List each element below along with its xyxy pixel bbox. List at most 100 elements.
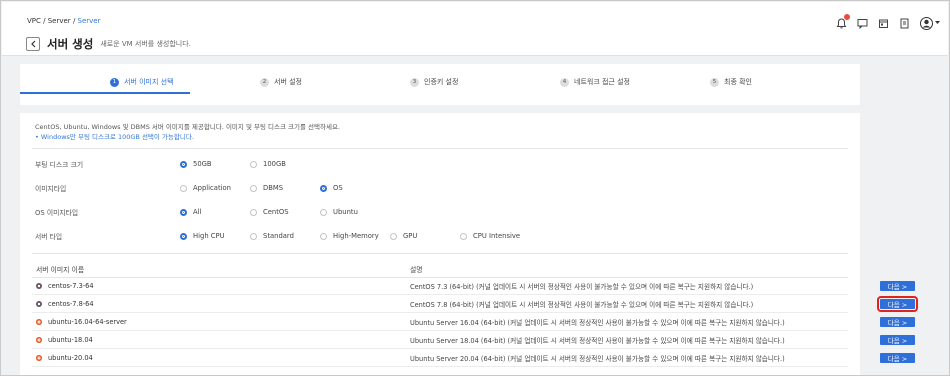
radio-label: High-Memory (333, 232, 379, 240)
radio-label: CentOS (263, 208, 289, 216)
radio-selected-icon (180, 208, 187, 216)
chat-icon[interactable] (856, 17, 868, 29)
radio-standard[interactable]: Standard (250, 230, 294, 242)
option-row-boot-disk: 부팅 디스크 크기 50GB 100GB (35, 158, 286, 170)
radio-dbms[interactable]: DBMS (250, 182, 283, 194)
active-step-indicator (20, 92, 190, 94)
image-name: centos-7.3-64 (36, 282, 94, 290)
step-number: 5 (710, 77, 719, 87)
column-header-description: 설명 (410, 266, 423, 274)
image-description: Ubuntu Server 18.04 (64-bit) (커널 업데이트 시 … (410, 337, 785, 345)
step-auth-key[interactable]: 3 인증키 설정 (410, 77, 458, 87)
image-name-text: ubuntu-18.04 (48, 336, 93, 344)
step-progress: 1 서버 이미지 선택 2 서버 설정 3 인증키 설정 4 네트워크 접근 설… (20, 64, 860, 105)
back-button[interactable] (26, 37, 40, 51)
option-row-server-type: 서버 타입 High CPU Standard High-Memory GPU … (35, 230, 520, 242)
radio-centos[interactable]: CentOS (250, 206, 289, 218)
image-name: ubuntu-18.04 (36, 336, 93, 344)
notification-badge (844, 14, 850, 20)
next-button[interactable]: 다음 > (880, 335, 915, 345)
column-header-image-name: 서버 이미지 이름 (36, 266, 85, 274)
radio-icon (320, 208, 327, 216)
notification-icon[interactable] (835, 14, 850, 29)
table-row[interactable]: ubuntu-20.04 Ubuntu Server 20.04 (64-bit… (32, 350, 915, 367)
radio-high-cpu[interactable]: High CPU (180, 230, 225, 242)
document-icon[interactable] (898, 17, 910, 29)
radio-icon (250, 160, 257, 168)
radio-selected-icon (320, 184, 327, 192)
caret-down-icon[interactable] (935, 17, 940, 29)
option-label: 이미지타입 (35, 185, 67, 193)
step-label: 서버 설정 (274, 78, 302, 86)
step-label: 인증키 설정 (424, 78, 459, 86)
image-name-text: centos-7.8-64 (48, 300, 94, 308)
ubuntu-icon (36, 319, 42, 325)
step-label: 서버 이미지 선택 (124, 78, 174, 86)
step-number: 3 (410, 77, 419, 87)
step-server-settings[interactable]: 2 서버 설정 (260, 77, 302, 87)
radio-icon (390, 232, 397, 240)
ubuntu-icon (36, 337, 42, 343)
radio-label: All (193, 208, 202, 216)
image-name: ubuntu-20.04 (36, 354, 93, 362)
image-description: Ubuntu Server 20.04 (64-bit) (커널 업데이트 시 … (410, 355, 785, 363)
next-button-highlighted[interactable]: 다음 > (877, 296, 918, 312)
radio-label: DBMS (263, 184, 284, 192)
page-subtitle: 새로운 VM 서버를 생성합니다. (100, 40, 191, 48)
step-label: 네트워크 접근 설정 (574, 78, 630, 86)
breadcrumb-item-server[interactable]: Server (48, 17, 71, 25)
radio-ubuntu[interactable]: Ubuntu (320, 206, 358, 218)
radio-application[interactable]: Application (180, 182, 231, 194)
table-row[interactable]: ubuntu-16.04-64-server Ubuntu Server 16.… (32, 314, 915, 331)
centos-icon (36, 301, 42, 307)
option-label: 부팅 디스크 크기 (35, 161, 84, 169)
breadcrumb-item-vpc[interactable]: VPC (27, 17, 41, 25)
radio-label: 100GB (263, 160, 286, 168)
radio-icon (250, 232, 257, 240)
ubuntu-icon (36, 355, 42, 361)
image-name: ubuntu-16.04-64-server (36, 318, 127, 326)
table-row[interactable]: ubuntu-18.04 Ubuntu Server 18.04 (64-bit… (32, 332, 915, 349)
radio-label: CPU Intensive (473, 232, 521, 240)
radio-label: Ubuntu (333, 208, 358, 216)
next-button[interactable]: 다음 > (880, 281, 915, 291)
image-description: Ubuntu Server 16.04 (64-bit) (커널 업데이트 시 … (410, 319, 785, 327)
step-label: 최종 확인 (724, 78, 752, 86)
step-final-review[interactable]: 5 최종 확인 (710, 77, 752, 87)
radio-icon (250, 208, 257, 216)
option-row-image-type: 이미지타입 Application DBMS OS (35, 182, 343, 194)
image-selection-panel: CentOS, Ubuntu, Windows 및 DBMS 서버 이미지를 제… (20, 113, 918, 375)
info-box: CentOS, Ubuntu, Windows 및 DBMS 서버 이미지를 제… (35, 122, 340, 142)
title-row: 서버 생성 새로운 VM 서버를 생성합니다. (26, 36, 191, 52)
user-avatar-icon[interactable] (919, 16, 933, 30)
option-label: 서버 타입 (35, 233, 63, 241)
step-network-access[interactable]: 4 네트워크 접근 설정 (560, 77, 630, 87)
radio-all[interactable]: All (180, 206, 201, 218)
radio-selected-icon (180, 232, 187, 240)
next-button[interactable]: 다음 > (880, 353, 915, 363)
radio-100gb[interactable]: 100GB (250, 158, 286, 170)
radio-os[interactable]: OS (320, 182, 343, 194)
radio-icon (460, 232, 467, 240)
table-row[interactable]: centos-7.8-64 CentOS 7.8 (64-bit) (커널 업데… (32, 296, 918, 313)
radio-high-memory[interactable]: High-Memory (320, 230, 379, 242)
app-frame: VPC / Server / Server 서버 생성 새로운 VM 서버를 생… (0, 0, 950, 376)
table-row[interactable]: centos-7.3-64 CentOS 7.3 (64-bit) (커널 업데… (32, 278, 915, 295)
calendar-icon[interactable] (877, 17, 889, 29)
radio-50gb[interactable]: 50GB (180, 158, 212, 170)
radio-selected-icon (180, 160, 187, 168)
step-number: 2 (260, 77, 269, 87)
radio-icon (320, 232, 327, 240)
radio-gpu[interactable]: GPU (390, 230, 417, 242)
radio-cpu-intensive[interactable]: CPU Intensive (460, 230, 520, 242)
divider (32, 148, 848, 149)
option-row-os-image-type: OS 이미지타입 All CentOS Ubuntu (35, 206, 358, 218)
centos-icon (36, 283, 42, 289)
breadcrumb: VPC / Server / Server (27, 17, 101, 25)
image-name: centos-7.8-64 (36, 300, 94, 308)
step-number: 4 (560, 77, 569, 87)
radio-icon (250, 184, 257, 192)
next-button[interactable]: 다음 > (880, 317, 915, 327)
step-server-image[interactable]: 1 서버 이미지 선택 (110, 77, 174, 87)
radio-label: GPU (403, 232, 418, 240)
